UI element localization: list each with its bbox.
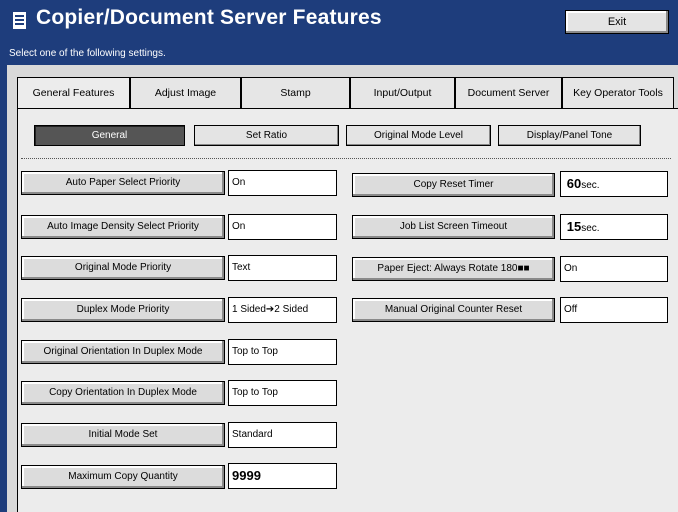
manual-original-counter-reset-value: Off — [560, 297, 668, 323]
main-panel: Select one of the following settings. Ge… — [7, 43, 678, 512]
copy-orientation-in-duplex-mode-button[interactable]: Copy Orientation In Duplex Mode — [21, 381, 225, 405]
duplex-mode-priority-button[interactable]: Duplex Mode Priority — [21, 298, 225, 322]
tab-input-output[interactable]: Input/Output — [350, 77, 455, 108]
manual-original-counter-reset-button[interactable]: Manual Original Counter Reset — [352, 298, 555, 322]
subtab-original-mode-level[interactable]: Original Mode Level — [346, 125, 491, 146]
divider — [21, 158, 671, 159]
prompt-bar: Select one of the following settings. — [7, 43, 678, 65]
page-title: Copier/Document Server Features — [36, 6, 382, 29]
original-mode-priority-button[interactable]: Original Mode Priority — [21, 256, 225, 280]
copy-reset-timer-number: 60 — [566, 176, 582, 191]
subtab-display-panel-tone[interactable]: Display/Panel Tone — [498, 125, 641, 146]
original-orientation-in-duplex-mode-button[interactable]: Original Orientation In Duplex Mode — [21, 340, 225, 364]
initial-mode-set-button[interactable]: Initial Mode Set — [21, 423, 225, 447]
prompt-text: Select one of the following settings. — [9, 48, 166, 59]
paper-eject-always-rotate-value: On — [560, 256, 668, 282]
auto-paper-select-priority-button[interactable]: Auto Paper Select Priority — [21, 171, 225, 195]
job-list-screen-timeout-value: 15sec. — [560, 214, 668, 240]
copy-reset-timer-button[interactable]: Copy Reset Timer — [352, 173, 555, 197]
auto-image-density-select-priority-button[interactable]: Auto Image Density Select Priority — [21, 215, 225, 239]
job-list-screen-timeout-unit: sec. — [581, 223, 600, 234]
original-orientation-in-duplex-mode-value: Top to Top — [228, 339, 337, 365]
copy-orientation-in-duplex-mode-value: Top to Top — [228, 380, 337, 406]
subtab-general[interactable]: General — [34, 125, 185, 146]
job-list-screen-timeout-button[interactable]: Job List Screen Timeout — [352, 215, 555, 239]
title-bar: Copier/Document Server Features Exit — [0, 0, 678, 42]
job-list-screen-timeout-number: 15 — [566, 219, 582, 234]
exit-button[interactable]: Exit — [565, 10, 669, 34]
maximum-copy-quantity-button[interactable]: Maximum Copy Quantity — [21, 465, 225, 489]
tab-general-features[interactable]: General Features — [17, 77, 130, 109]
original-mode-priority-value: Text — [228, 255, 337, 281]
subtab-set-ratio[interactable]: Set Ratio — [194, 125, 339, 146]
paper-eject-always-rotate-button[interactable]: Paper Eject: Always Rotate 180■■ — [352, 257, 555, 281]
copy-reset-timer-unit: sec. — [581, 180, 600, 191]
tab-adjust-image[interactable]: Adjust Image — [130, 77, 241, 108]
duplex-mode-priority-value: 1 Sided➔2 Sided — [228, 297, 337, 323]
auto-paper-select-priority-value: On — [228, 170, 337, 196]
initial-mode-set-value: Standard — [228, 422, 337, 448]
copy-reset-timer-value: 60sec. — [560, 171, 668, 197]
app-icon — [13, 12, 26, 29]
window: Copier/Document Server Features Exit Sel… — [0, 0, 678, 512]
tab-document-server[interactable]: Document Server — [455, 77, 562, 108]
tab-stamp[interactable]: Stamp — [241, 77, 350, 108]
maximum-copy-quantity-value: 9999 — [228, 463, 337, 489]
tab-key-operator-tools[interactable]: Key Operator Tools — [562, 77, 674, 108]
auto-image-density-select-priority-value: On — [228, 214, 337, 240]
